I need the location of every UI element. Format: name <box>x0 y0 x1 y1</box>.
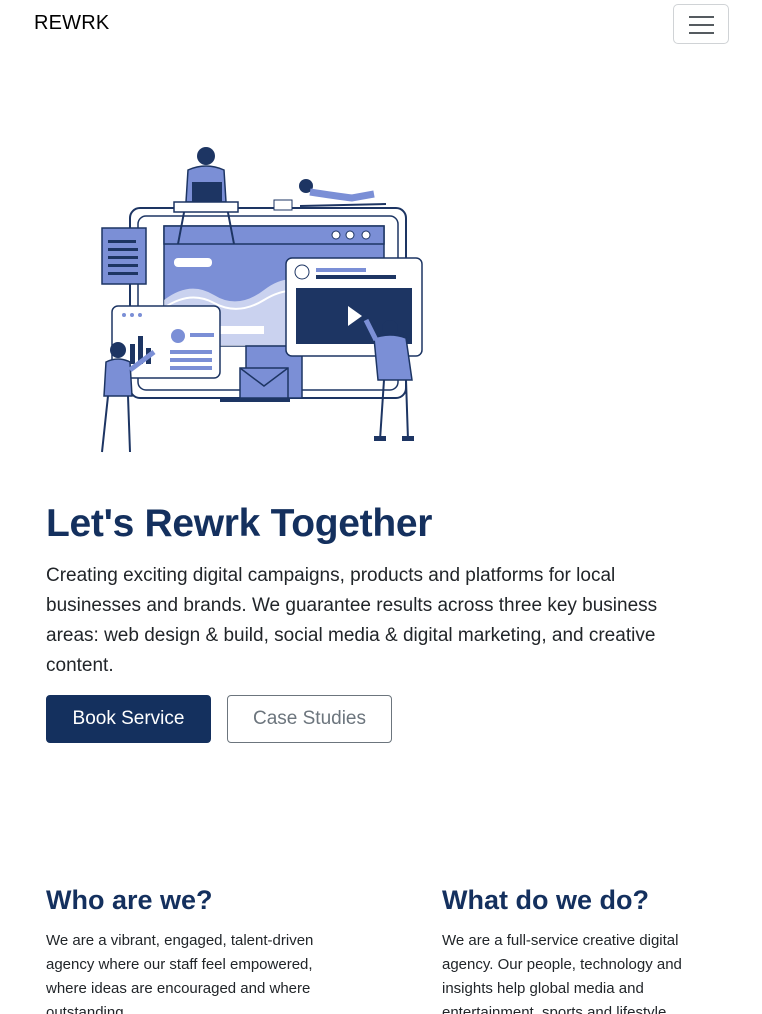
what-do-we-do-title: What do we do? <box>442 885 649 915</box>
who-are-we-title: Who are we? <box>46 885 213 915</box>
case-studies-button[interactable]: Case Studies <box>227 695 392 743</box>
hamburger-menu-icon <box>689 16 714 18</box>
hero-illustration <box>90 140 430 460</box>
navbar: REWRK <box>0 0 762 48</box>
navbar-toggler-button[interactable] <box>673 4 729 44</box>
hamburger-menu-icon <box>689 24 714 26</box>
hamburger-menu-icon <box>689 32 714 34</box>
hero-description: Creating exciting digital campaigns, pro… <box>46 565 658 676</box>
what-do-we-do-text: We are a full-service creative digital a… <box>442 932 682 1014</box>
hero-title: Let's Rewrk Together <box>46 502 433 545</box>
who-are-we-text: We are a vibrant, engaged, talent-driven… <box>46 932 314 1014</box>
brand-logo[interactable]: REWRK <box>34 12 109 35</box>
book-service-button[interactable]: Book Service <box>46 695 211 743</box>
